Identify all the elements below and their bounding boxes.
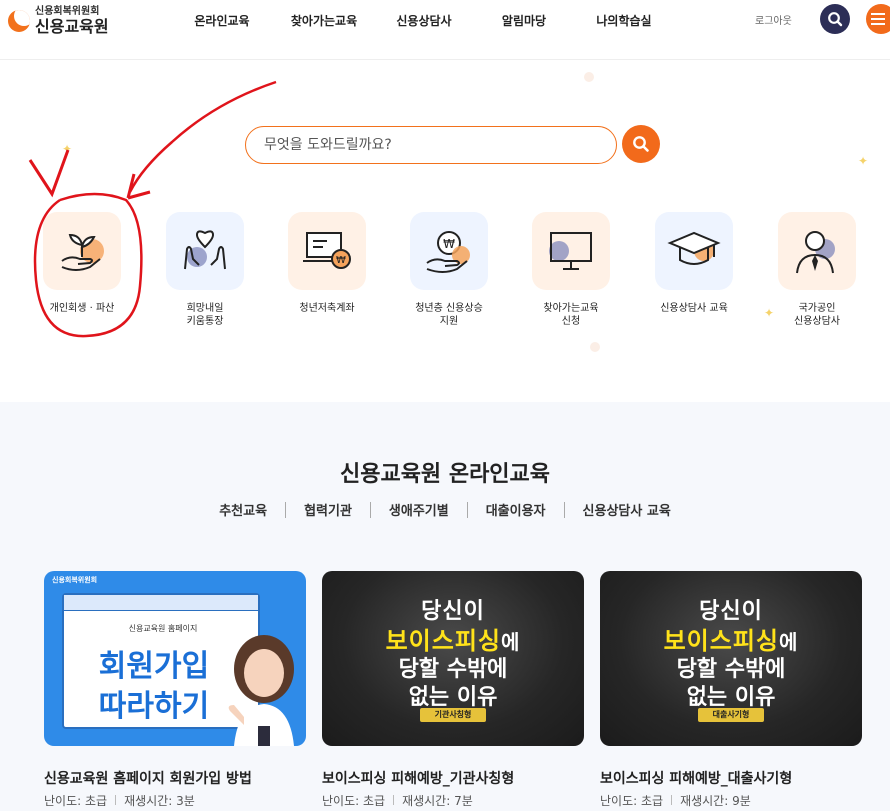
plant-hand-icon [61,233,104,271]
thumbnail-line4: 없는 이유 [408,685,498,710]
svg-text:₩: ₩ [336,255,346,266]
quick-item-youth-credit[interactable]: ₩ 청년층 신용상승 지원 [394,212,504,328]
search-input[interactable] [246,127,616,163]
course-level: 난이도: 초급 [600,794,664,808]
search-icon [828,12,843,27]
quick-item-hope-savings[interactable]: 희망내일 키움통장 [150,212,260,328]
course-meta: 난이도: 초급 재생시간: 9분 [600,792,862,809]
tab-recommended[interactable]: 추천교육 [201,500,285,522]
section-title: 신용교육원 온라인교육 [339,462,551,487]
thumbnail-line2: 따라하기 [98,689,210,724]
thumbnail-badge: 기관사칭형 [420,708,486,722]
course-title: 보이스피싱 피해예방_기관사칭형 [322,771,515,787]
course-card[interactable]: 신용회복위원회 신용교육원 홈페이지 회원가입 따라하기 신용교육원 홈페이지 … [44,571,306,809]
header-search-button[interactable] [820,4,850,34]
course-thumbnail: 신용회복위원회 신용교육원 홈페이지 회원가입 따라하기 [44,571,306,746]
course-meta: 난이도: 초급 재생시간: 7분 [322,792,584,809]
nav-item-credit-counselor[interactable]: 신용상담사 [374,12,474,29]
tab-partners[interactable]: 협력기관 [286,500,370,519]
thumbnail-line1: 회원가입 [98,649,210,684]
quick-item-youth-savings[interactable]: ₩ 청년저축계좌 [272,212,382,315]
dot-decoration [584,72,594,82]
category-tabs: 추천교육 협력기관 생애주기별 대출이용자 신용상담사 교육 [0,500,890,522]
nav-item-my-study[interactable]: 나의학습실 [574,12,674,29]
quick-item-certified-counselor[interactable]: 국가공인 신용상담사 [762,212,872,328]
quick-item-label: 청년층 신용상승 지원 [415,303,483,327]
tab-life-cycle[interactable]: 생애주기별 [371,500,467,519]
quick-item-label: 찾아가는교육 신청 [543,303,599,327]
thumbnail-badge: 대출사기형 [698,708,764,722]
course-thumbnail: 당신이 보이스피싱에 당할 수밖에 없는 이유 대출사기형 [600,571,862,746]
main-nav: 온라인교육 찾아가는교육 신용상담사 알림마당 나의학습실 [170,12,674,29]
course-duration: 재생시간: 3분 [124,794,195,808]
page: 신용회복위원회 신용교육원 온라인교육 찾아가는교육 신용상담사 알림마당 나의… [0,0,890,811]
quick-item-label: 개인회생 · 파산 [49,303,115,314]
course-meta: 난이도: 초급 재생시간: 3분 [44,792,306,809]
logout-link[interactable]: 로그아웃 [755,12,792,27]
graduation-cap-icon [667,231,721,265]
course-duration: 재생시간: 7분 [402,794,473,808]
course-title: 보이스피싱 피해예방_대출사기형 [600,771,793,787]
logo-big-text: 신용교육원 [35,17,109,36]
search-submit-button[interactable] [622,125,660,163]
monitor-icon [549,232,592,270]
course-level: 난이도: 초급 [322,794,386,808]
heart-hands-icon [184,230,226,270]
tab-counselor-education[interactable]: 신용상담사 교육 [565,500,689,519]
svg-text:₩: ₩ [443,237,455,251]
quick-item-label: 청년저축계좌 [299,303,355,314]
course-card[interactable]: 당신이 보이스피싱에 당할 수밖에 없는 이유 기관사칭형 보이스피싱 피해예방… [322,571,584,809]
quick-item-label: 신용상담사 교육 [660,303,728,314]
course-thumbnail: 당신이 보이스피싱에 당할 수밖에 없는 이유 기관사칭형 [322,571,584,746]
nav-item-visiting-education[interactable]: 찾아가는교육 [274,12,374,29]
course-level: 난이도: 초급 [44,794,108,808]
online-education-section: 신용교육원 온라인교육 추천교육 협력기관 생애주기별 대출이용자 신용상담사 … [0,402,890,811]
quick-item-counselor-edu[interactable]: 신용상담사 교육 [639,212,749,315]
menu-icon [871,13,885,25]
thumbnail-org: 신용회복위원회 [52,576,98,584]
laptop-won-icon: ₩ [303,232,351,269]
logo[interactable]: 신용회복위원회 신용교육원 [8,6,109,36]
course-card[interactable]: 당신이 보이스피싱에 당할 수밖에 없는 이유 대출사기형 보이스피싱 피해예방… [600,571,862,809]
tab-loan-users[interactable]: 대출이용자 [468,500,564,519]
course-title: 신용교육원 홈페이지 회원가입 방법 [44,771,252,787]
menu-button[interactable] [866,4,890,34]
dot-decoration [590,342,600,352]
quick-item-label: 희망내일 키움통장 [186,303,224,327]
nav-item-online-education[interactable]: 온라인교육 [170,12,274,29]
nav-item-notices[interactable]: 알림마당 [474,12,574,29]
presenter-illustration-icon [228,635,294,746]
course-duration: 재생시간: 9분 [680,794,751,808]
search-icon [633,136,649,152]
thumbnail-line4: 없는 이유 [686,685,776,710]
quick-item-label: 국가공인 신용상담사 [794,303,840,327]
sparkle-decoration: ✦ [858,154,869,168]
quick-item-visiting-apply[interactable]: 찾아가는교육 신청 [516,212,626,328]
coin-hand-icon: ₩ [426,231,470,273]
header: 신용회복위원회 신용교육원 온라인교육 찾아가는교육 신용상담사 알림마당 나의… [0,0,890,60]
quick-item-rehabilitation[interactable]: 개인회생 · 파산 [27,212,137,315]
logo-mark-icon [8,10,30,32]
counselor-icon [796,231,835,274]
sparkle-decoration: ✦ [62,142,73,156]
search-box [245,126,617,164]
